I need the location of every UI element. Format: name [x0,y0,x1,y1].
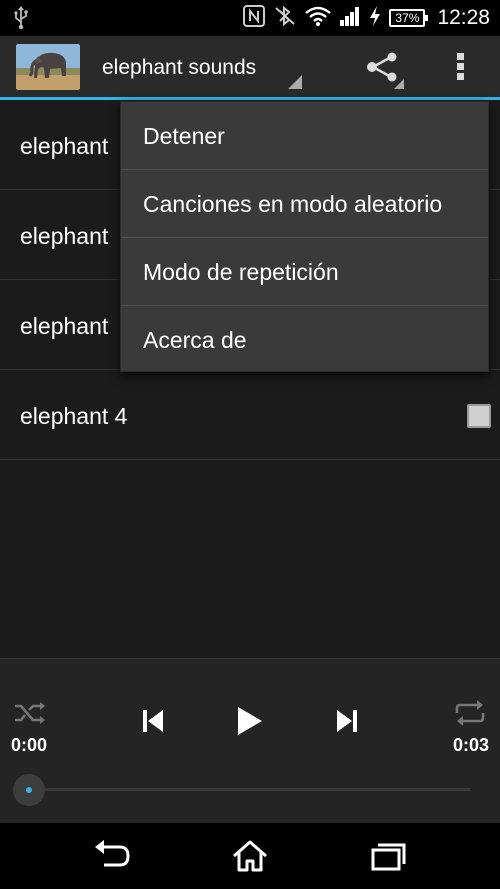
overflow-menu-button[interactable] [440,36,484,97]
status-bar: 37% 12:28 [0,0,500,36]
app-thumbnail [16,44,80,90]
signal-icon [339,5,361,32]
overflow-menu: Detener Canciones en modo aleatorio Modo… [120,101,489,372]
menu-item-label: Acerca de [143,327,247,353]
track-title: elephant [20,223,109,249]
track-checkbox[interactable] [467,404,491,428]
playlist-item[interactable]: elephant 4 [0,370,500,460]
playlist-spinner[interactable]: elephant sounds [84,36,308,97]
playlist-title: elephant sounds [102,56,257,79]
menu-item-repeat-mode[interactable]: Modo de repetición [121,238,488,306]
spinner-indicator-icon [288,75,302,89]
menu-item-label: Modo de repetición [143,259,339,285]
track-title: elephant [20,313,109,339]
overflow-dot [457,63,464,70]
next-icon[interactable] [336,709,358,738]
menu-item-stop[interactable]: Detener [121,102,488,170]
menu-item-shuffle[interactable]: Canciones en modo aleatorio [121,170,488,238]
menu-item-about[interactable]: Acerca de [121,306,488,374]
recents-icon[interactable] [358,835,418,877]
overflow-dot [457,73,464,80]
seek-thumb-dot [26,787,32,793]
seek-bar[interactable] [30,788,470,791]
wifi-icon [305,5,332,32]
play-icon[interactable] [236,705,264,742]
shuffle-icon[interactable] [14,701,46,730]
navigation-bar [0,823,500,889]
duration-time: 0:03 [452,735,489,755]
track-title: elephant 4 [20,403,128,429]
action-bar: elephant sounds [0,36,500,100]
seek-thumb[interactable] [13,774,45,806]
home-icon[interactable] [220,835,280,877]
overflow-dot [457,53,464,60]
player-controls: 0:00 0:03 [0,658,500,823]
charging-icon [369,5,381,32]
share-button[interactable] [352,36,412,97]
track-title: elephant [20,133,109,159]
menu-item-label: Detener [143,123,225,149]
previous-icon[interactable] [142,709,164,738]
repeat-icon[interactable] [454,699,486,732]
nfc-icon [243,4,266,32]
usb-icon [14,6,28,35]
back-icon[interactable] [80,835,140,877]
menu-item-label: Canciones en modo aleatorio [143,191,443,217]
share-dropdown-indicator [394,79,404,89]
bluetooth-icon [273,5,297,32]
clock: 12:28 [437,6,490,29]
battery-indicator: 37% [389,9,429,27]
elapsed-time: 0:00 [11,735,48,755]
